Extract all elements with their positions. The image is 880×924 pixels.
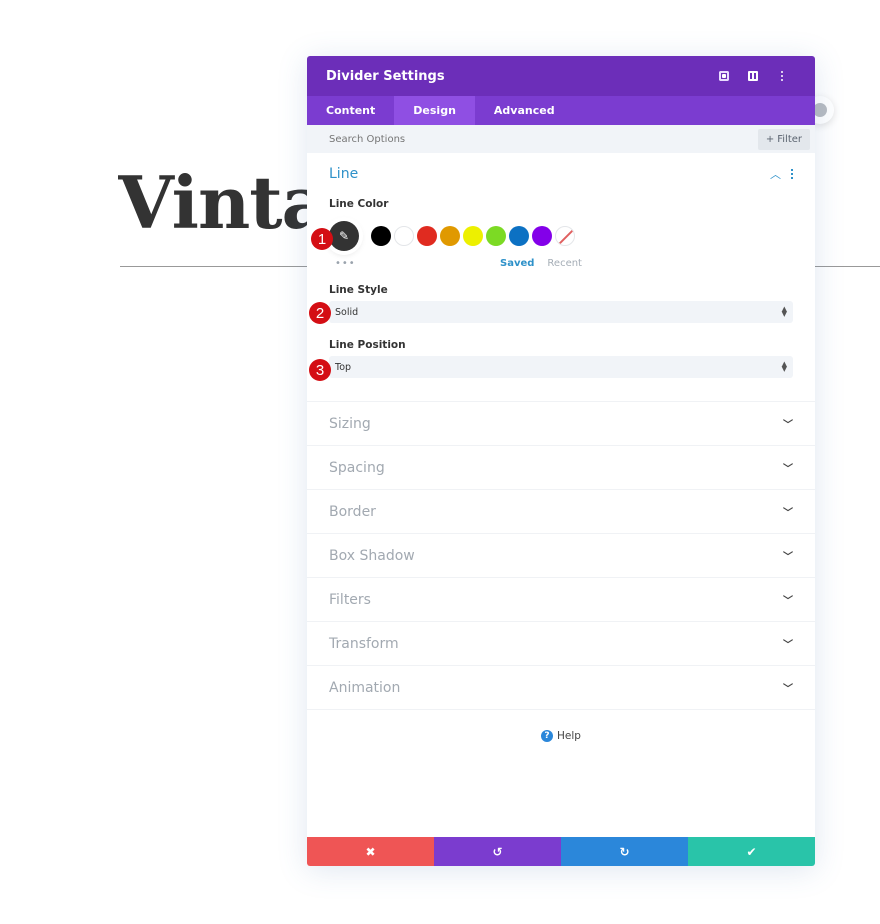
help-icon: ? — [541, 730, 554, 742]
line-color-label: Line Color — [329, 198, 389, 210]
color-swatch[interactable] — [486, 226, 506, 246]
chevron-down-icon: ﹀ — [783, 596, 793, 607]
help-label: Help — [557, 730, 581, 742]
modal-header: Divider Settings — [307, 56, 815, 96]
help-link[interactable]: ? Help — [307, 730, 815, 742]
color-swatch-row: ✎ — [329, 221, 793, 251]
expand-icon — [718, 71, 729, 81]
chevron-down-icon: ﹀ — [783, 464, 793, 475]
chevron-down-icon: ﹀ — [783, 552, 793, 563]
color-swatches — [371, 226, 575, 246]
color-swatch-none[interactable] — [555, 226, 575, 246]
redo-button[interactable]: ↻ — [561, 837, 688, 866]
color-swatch[interactable] — [394, 226, 414, 246]
color-swatch[interactable] — [532, 226, 552, 246]
line-section: Line ︿ Line Color ✎ ••• Saved Recent Lin… — [307, 153, 815, 402]
filter-label: Filter — [777, 133, 802, 145]
chevron-down-icon: ﹀ — [783, 508, 793, 519]
more-colors-icon[interactable]: ••• — [329, 258, 357, 269]
line-position-select[interactable]: Top ▲ ▼ — [329, 356, 793, 378]
settings-tabs: Content Design Advanced — [307, 96, 815, 125]
callout-3: 3 — [309, 359, 331, 381]
columns-icon — [747, 71, 758, 81]
line-position-value: Top — [335, 361, 352, 373]
section-title: Sizing — [329, 415, 371, 432]
section-sizing[interactable]: Sizing ﹀ — [307, 402, 815, 446]
section-spacing[interactable]: Spacing ﹀ — [307, 446, 815, 490]
redo-icon: ↻ — [619, 844, 630, 859]
eyedropper-icon: ✎ — [338, 229, 350, 243]
callout-1: 1 — [311, 228, 333, 250]
cancel-button[interactable]: ✖ — [307, 837, 434, 866]
save-button[interactable]: ✔ — [688, 837, 815, 866]
chevron-down-icon: ﹀ — [783, 420, 793, 431]
section-menu-icon[interactable] — [791, 169, 793, 179]
section-title: Box Shadow — [329, 547, 415, 564]
undo-button[interactable]: ↺ — [434, 837, 561, 866]
undo-icon: ↺ — [492, 844, 503, 859]
color-swatch[interactable] — [463, 226, 483, 246]
line-position-label: Line Position — [329, 339, 406, 351]
chevron-up-icon[interactable]: ︿ — [770, 166, 781, 182]
recent-colors-tab[interactable]: Recent — [547, 258, 582, 269]
plus-icon: + — [765, 133, 775, 145]
more-options-button[interactable] — [767, 66, 796, 86]
line-style-select[interactable]: Solid ▲ ▼ — [329, 301, 793, 323]
tab-content[interactable]: Content — [307, 96, 394, 125]
section-title: Animation — [329, 679, 401, 696]
section-filters[interactable]: Filters ﹀ — [307, 578, 815, 622]
modal-footer: ✖ ↺ ↻ ✔ — [307, 837, 815, 866]
more-vertical-icon — [780, 71, 783, 81]
section-title: Filters — [329, 591, 371, 608]
modal-title: Divider Settings — [326, 68, 445, 84]
section-border[interactable]: Border ﹀ — [307, 490, 815, 534]
divider-settings-modal: Divider Settings Content Design Advanced… — [307, 56, 815, 866]
section-animation[interactable]: Animation ﹀ — [307, 666, 815, 710]
line-style-value: Solid — [335, 306, 359, 318]
expand-button[interactable] — [709, 66, 738, 86]
line-section-title[interactable]: Line — [329, 166, 770, 182]
check-icon: ✔ — [746, 844, 757, 859]
select-arrows-icon: ▲ ▼ — [781, 305, 787, 318]
section-title: Transform — [329, 635, 399, 652]
filter-button[interactable]: + Filter — [757, 128, 810, 150]
tab-design[interactable]: Design — [394, 96, 475, 125]
search-options-input[interactable] — [329, 133, 758, 145]
close-icon: ✖ — [365, 844, 376, 859]
color-swatch[interactable] — [509, 226, 529, 246]
color-picker-button[interactable]: ✎ — [329, 221, 359, 251]
section-transform[interactable]: Transform ﹀ — [307, 622, 815, 666]
color-swatch[interactable] — [417, 226, 437, 246]
globe-icon — [813, 103, 827, 117]
section-box-shadow[interactable]: Box Shadow ﹀ — [307, 534, 815, 578]
section-title: Border — [329, 503, 376, 520]
tab-advanced[interactable]: Advanced — [475, 96, 574, 125]
page-heading: Vintag — [118, 160, 318, 245]
color-swatch[interactable] — [440, 226, 460, 246]
search-row: + Filter — [307, 125, 815, 153]
section-title: Spacing — [329, 459, 385, 476]
saved-colors-tab[interactable]: Saved — [500, 258, 534, 269]
chevron-down-icon: ﹀ — [783, 684, 793, 695]
callout-2: 2 — [309, 302, 331, 324]
color-swatch[interactable] — [371, 226, 391, 246]
select-arrows-icon: ▲ ▼ — [781, 360, 787, 373]
chevron-down-icon: ﹀ — [783, 640, 793, 651]
columns-toggle-button[interactable] — [738, 66, 767, 86]
line-style-label: Line Style — [329, 284, 388, 296]
